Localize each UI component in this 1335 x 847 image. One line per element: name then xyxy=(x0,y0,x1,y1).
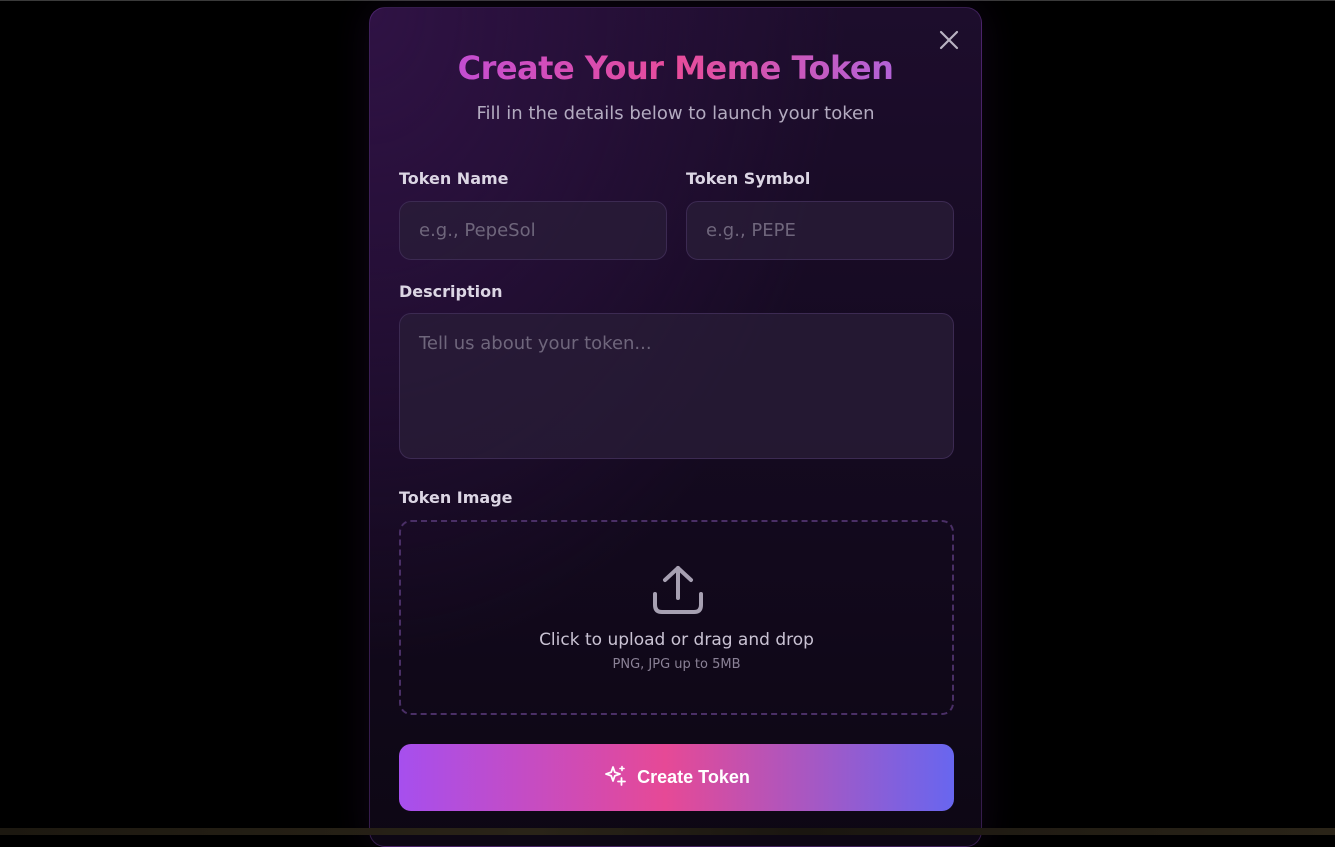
modal-title: Create Your Meme Token xyxy=(370,48,981,88)
description-textarea[interactable] xyxy=(399,313,954,459)
top-divider xyxy=(0,0,1335,1)
token-image-label: Token Image xyxy=(399,488,513,507)
token-symbol-input[interactable] xyxy=(686,201,954,260)
description-label: Description xyxy=(399,282,503,301)
token-symbol-label: Token Symbol xyxy=(686,169,811,188)
bottom-edge-strip xyxy=(0,828,1335,835)
modal-subtitle: Fill in the details below to launch your… xyxy=(476,103,875,124)
image-upload-dropzone[interactable]: Click to upload or drag and drop PNG, JP… xyxy=(399,520,954,715)
sparkles-icon xyxy=(603,764,627,791)
create-token-modal: Create Your Meme Token Fill in the detai… xyxy=(369,7,982,847)
token-name-label: Token Name xyxy=(399,169,509,188)
upload-icon xyxy=(651,564,705,616)
upload-instructions: Click to upload or drag and drop xyxy=(539,630,814,650)
create-token-button[interactable]: Create Token xyxy=(399,744,954,811)
upload-file-hint: PNG, JPG up to 5MB xyxy=(612,657,741,672)
token-name-input[interactable] xyxy=(399,201,667,260)
create-token-label: Create Token xyxy=(637,767,750,787)
